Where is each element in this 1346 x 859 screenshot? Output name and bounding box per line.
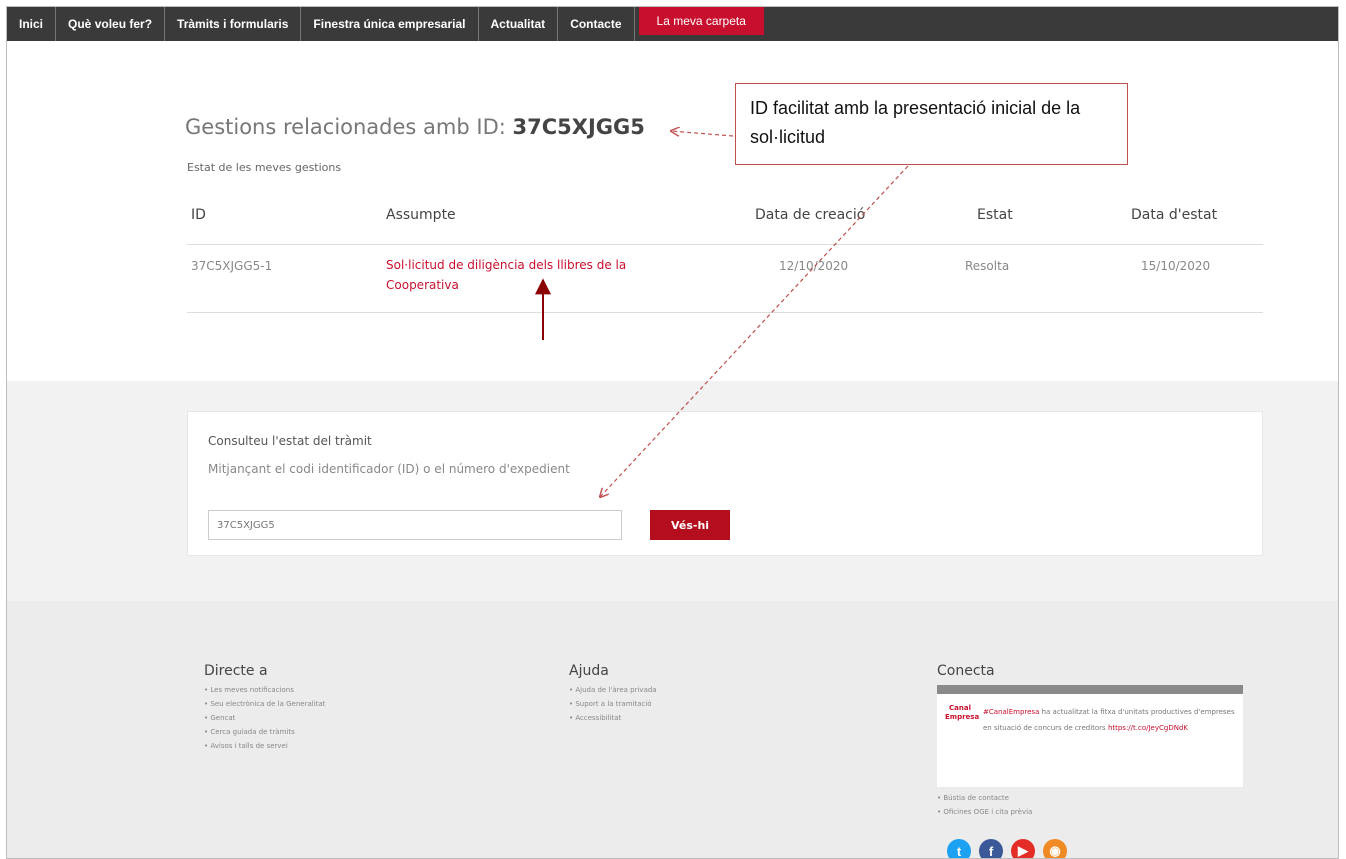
nav-item-contacte[interactable]: Contacte <box>558 7 635 41</box>
footer-link[interactable]: • Ajuda de l'àrea privada <box>569 683 657 697</box>
nav-item-inici[interactable]: Inici <box>7 7 57 41</box>
footer-directe-title: Directe a <box>204 663 268 679</box>
footer-link[interactable]: • Suport a la tramitació <box>569 697 657 711</box>
column-header-data-estat: Data d'estat <box>1131 207 1218 223</box>
cell-data-creacio: 12/10/2020 <box>779 259 849 273</box>
query-section: Consulteu l'estat del tràmit Mitjançant … <box>7 381 1338 601</box>
query-title: Consulteu l'estat del tràmit <box>208 434 372 448</box>
cell-data-estat: 15/10/2020 <box>1141 259 1211 273</box>
column-header-data-creacio: Data de creació <box>755 207 866 223</box>
annotation-callout: ID facilitat amb la presentació inicial … <box>735 83 1128 165</box>
main-content: Gestions relacionades amb ID: 37C5XJGG5 … <box>7 41 1338 381</box>
nav-item-tramits[interactable]: Tràmits i formularis <box>165 7 302 41</box>
footer-conecta-title: Conecta <box>937 663 995 679</box>
footer-link[interactable]: • Gencat <box>204 711 325 725</box>
twitter-feed-card: Canal Empresa #CanalEmpresa ha actualitz… <box>937 685 1243 787</box>
cell-assumpte-link[interactable]: Sol·licitud de diligència dels llibres d… <box>386 255 676 295</box>
canal-empresa-logo: Canal Empresa <box>945 704 980 721</box>
footer: Directe a • Les meves notificacions • Se… <box>7 601 1338 858</box>
page-title-id: 37C5XJGG5 <box>512 115 645 139</box>
footer-link[interactable]: • Accessibilitat <box>569 711 657 725</box>
footer-link[interactable]: • Cerca guiada de tràmits <box>204 725 325 739</box>
social-icons: t f ▶ ◉ <box>947 839 1067 858</box>
footer-ajuda: Ajuda • Ajuda de l'àrea privada • Suport… <box>569 663 657 725</box>
column-header-estat: Estat <box>977 207 1013 223</box>
twitter-icon[interactable]: t <box>947 839 971 858</box>
footer-link[interactable]: • Les meves notificacions <box>204 683 325 697</box>
rss-icon[interactable]: ◉ <box>1043 839 1067 858</box>
id-search-input[interactable] <box>208 510 622 540</box>
tweet-link[interactable]: https://t.co/JeyCgDNdK <box>1108 724 1188 732</box>
footer-link[interactable]: • Seu electrònica de la Generalitat <box>204 697 325 711</box>
table-row: 37C5XJGG5-1 Sol·licitud de diligència de… <box>187 245 1263 313</box>
footer-conecta-links: • Bústia de contacte • Oficines OGE i ci… <box>937 791 1032 819</box>
footer-link[interactable]: • Bústia de contacte <box>937 791 1032 805</box>
youtube-icon[interactable]: ▶ <box>1011 839 1035 858</box>
nav-item-la-meva-carpeta[interactable]: La meva carpeta <box>638 7 764 35</box>
footer-ajuda-title: Ajuda <box>569 663 609 679</box>
query-subtitle: Mitjançant el codi identificador (ID) o … <box>208 462 570 476</box>
go-button[interactable]: Vés-hi <box>650 510 730 540</box>
footer-directe: Directe a • Les meves notificacions • Se… <box>204 663 325 753</box>
nav-item-actualitat[interactable]: Actualitat <box>479 7 559 41</box>
column-header-id: ID <box>191 207 206 223</box>
footer-link[interactable]: • Avisos i talls de servei <box>204 739 325 753</box>
cell-id: 37C5XJGG5-1 <box>191 259 273 273</box>
nav-item-finestra-unica[interactable]: Finestra única empresarial <box>301 7 479 41</box>
page-subtitle: Estat de les meves gestions <box>187 161 342 174</box>
nav-item-que-voleu-fer[interactable]: Què voleu fer? <box>56 7 166 41</box>
page-title: Gestions relacionades amb ID: 37C5XJGG5 <box>185 115 645 139</box>
gestions-table: ID Assumpte Data de creació Estat Data d… <box>187 199 1263 313</box>
cell-estat: Resolta <box>965 259 1010 273</box>
footer-conecta: Conecta <box>937 663 995 683</box>
column-header-assumpte: Assumpte <box>386 207 456 223</box>
footer-link[interactable]: • Oficines OGE i cita prèvia <box>937 805 1032 819</box>
top-navigation: Inici Què voleu fer? Tràmits i formulari… <box>7 7 1338 41</box>
tweet-text: #CanalEmpresa ha actualitzat la fitxa d'… <box>983 704 1239 736</box>
page-title-prefix: Gestions relacionades amb ID: <box>185 115 513 139</box>
facebook-icon[interactable]: f <box>979 839 1003 858</box>
browser-frame: Inici Què voleu fer? Tràmits i formulari… <box>6 6 1339 859</box>
table-header: ID Assumpte Data de creació Estat Data d… <box>187 199 1263 245</box>
tweet-hashtag[interactable]: #CanalEmpresa <box>983 708 1039 716</box>
query-card: Consulteu l'estat del tràmit Mitjançant … <box>187 411 1263 556</box>
